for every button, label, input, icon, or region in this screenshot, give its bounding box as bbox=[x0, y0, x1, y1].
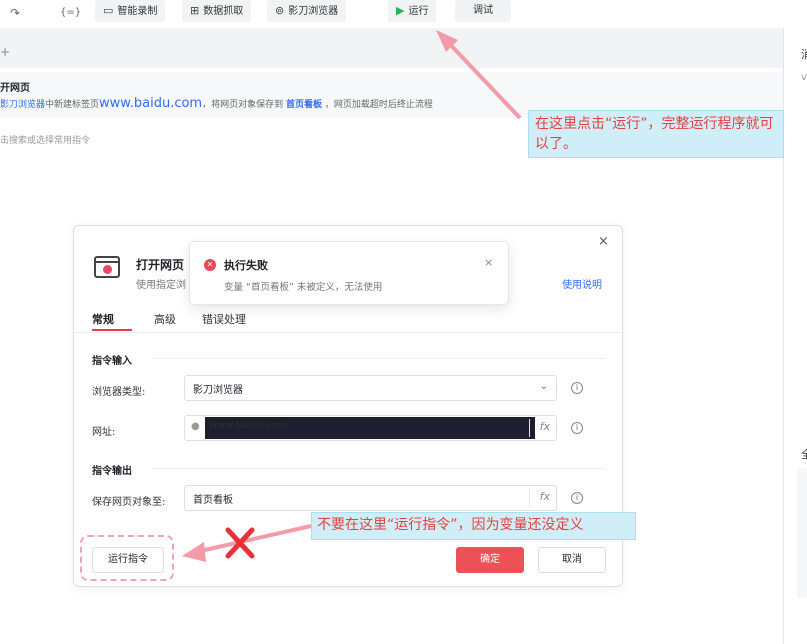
info-icon[interactable]: i bbox=[571, 492, 583, 504]
step-desc-suffix: ，网页加载超时后终止流程 bbox=[324, 100, 433, 110]
close-icon[interactable]: × bbox=[484, 256, 493, 269]
step-title: 开网页 bbox=[0, 83, 30, 94]
browser-button[interactable]: ⊚ 影刀浏览器 bbox=[267, 0, 347, 22]
right-panel-title: 消 bbox=[801, 48, 807, 61]
chrome-icon: ⊚ bbox=[275, 4, 285, 17]
save-object-label: 保存网页对象至: bbox=[92, 497, 166, 508]
smart-record-label: 智能录制 bbox=[117, 6, 158, 17]
cancel-button[interactable]: 取消 bbox=[538, 547, 606, 573]
fx-icon[interactable]: fx bbox=[540, 490, 550, 503]
table-icon: ⊞ bbox=[190, 4, 200, 17]
dialog-title: 打开网页 bbox=[136, 258, 185, 272]
info-icon[interactable]: i bbox=[571, 422, 583, 434]
save-object-input[interactable]: 首页看板 fx bbox=[184, 485, 557, 511]
error-icon: ✕ bbox=[204, 259, 216, 271]
toast-message: 变量 “首页看板” 未被定义，无法使用 bbox=[224, 282, 383, 293]
section-divider bbox=[152, 468, 604, 469]
step-variable: 首页看板 bbox=[285, 100, 322, 110]
fx-divider bbox=[529, 489, 530, 507]
dialog-subtitle: 使用指定浏 bbox=[136, 280, 186, 291]
fx-icon[interactable]: fx bbox=[540, 420, 550, 433]
debug-label: 调试 bbox=[473, 5, 493, 16]
save-object-value: 首页看板 bbox=[193, 495, 233, 506]
tabs-divider bbox=[74, 332, 624, 333]
close-icon[interactable]: × bbox=[598, 234, 609, 249]
section-output-title: 指令输出 bbox=[92, 466, 132, 477]
data-capture-button[interactable]: ⊞ 数据抓取 bbox=[182, 0, 252, 22]
step-browser-link: 影刀浏览器 bbox=[0, 100, 46, 110]
browser-type-select[interactable]: 影刀浏览器 ⌄ bbox=[184, 375, 557, 401]
browser-type-label: 浏览器类型: bbox=[92, 387, 146, 398]
url-value: www.baidu.com bbox=[209, 420, 289, 431]
globe-icon: ● bbox=[191, 421, 200, 432]
editor-header-bar bbox=[0, 28, 783, 68]
data-capture-label: 数据抓取 bbox=[203, 6, 244, 17]
variables-icon[interactable]: {=} bbox=[60, 4, 81, 22]
tab-error-handling[interactable]: 错误处理 bbox=[202, 311, 246, 327]
play-icon: ▶ bbox=[396, 4, 405, 17]
step-desc-save: ，将网页对象保存到 bbox=[202, 100, 284, 110]
browser-type-value: 影刀浏览器 bbox=[193, 385, 243, 396]
tab-advanced[interactable]: 高级 bbox=[154, 311, 176, 327]
debug-button[interactable]: 调试 bbox=[455, 0, 511, 22]
error-toast: ✕ 执行失败 变量 “首页看板” 未被定义，无法使用 × bbox=[189, 241, 509, 305]
section-divider bbox=[152, 358, 604, 359]
run-command-highlight bbox=[80, 535, 174, 581]
step-description: 影刀浏览器中新建标签页www.baidu.com，将网页对象保存到 首页看板 ，… bbox=[0, 96, 433, 111]
add-step-icon[interactable]: + bbox=[0, 45, 10, 59]
chevron-down-icon: ⌄ bbox=[539, 381, 548, 392]
smart-record-button[interactable]: ▭ 智能录制 bbox=[95, 0, 166, 22]
tab-indicator bbox=[92, 329, 132, 331]
webpage-icon bbox=[94, 256, 120, 278]
run-button[interactable]: ▶ 运行 bbox=[388, 0, 437, 22]
redo-icon[interactable]: ↷ bbox=[10, 4, 20, 22]
run-command-callout: 不要在这里“运行指令”，因为变量还没定义 bbox=[311, 512, 636, 540]
tab-general[interactable]: 常规 bbox=[92, 311, 114, 327]
run-callout: 在这里点击“运行”，完整运行程序就可以了。 bbox=[528, 110, 784, 158]
video-icon: ▭ bbox=[103, 4, 114, 17]
step-url: www.baidu.com bbox=[99, 96, 203, 111]
help-link[interactable]: 使用说明 bbox=[562, 276, 602, 291]
right-panel-box bbox=[797, 468, 807, 598]
browser-label: 影刀浏览器 bbox=[288, 6, 339, 17]
right-panel-section: 全 bbox=[801, 448, 807, 461]
run-label: 运行 bbox=[408, 6, 429, 17]
url-input[interactable]: ● www.baidu.com fx bbox=[184, 415, 557, 441]
right-panel-chevron-icon[interactable]: v bbox=[801, 72, 807, 83]
toast-title: 执行失败 bbox=[224, 259, 268, 272]
section-input-title: 指令输入 bbox=[92, 356, 132, 367]
fx-divider bbox=[529, 419, 530, 437]
confirm-button[interactable]: 确定 bbox=[456, 547, 524, 573]
url-label: 网址: bbox=[92, 427, 116, 438]
search-hint[interactable]: 击搜索或选择常用指令 bbox=[0, 133, 90, 146]
top-toolbar: ↷ {=} ▭ 智能录制 ⊞ 数据抓取 ⊚ 影刀浏览器 ▶ 运行 调试 bbox=[0, 0, 807, 28]
step-desc-mid: 中新建标签页 bbox=[45, 100, 100, 110]
info-icon[interactable]: i bbox=[571, 382, 583, 394]
url-redacted-value: www.baidu.com bbox=[205, 417, 535, 439]
